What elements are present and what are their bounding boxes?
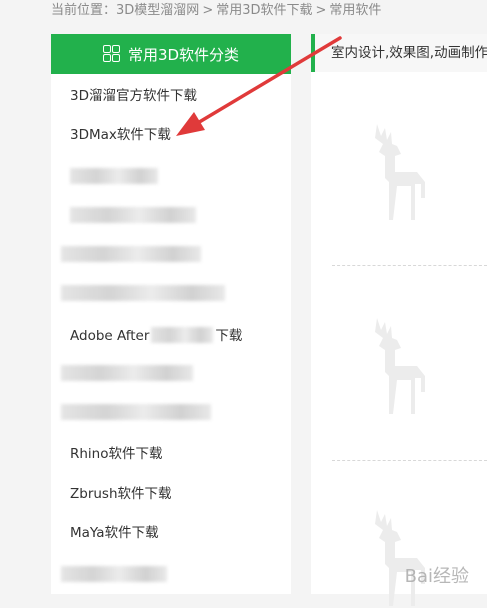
divider — [332, 265, 487, 266]
divider — [332, 460, 487, 461]
sidebar-item-maya[interactable]: MaYa软件下载 — [70, 523, 159, 543]
deer-placeholder-icon — [375, 318, 425, 414]
deer-placeholder-icon — [375, 124, 425, 220]
category-description-bar: 室内设计,效果图,动画制作 — [311, 34, 487, 72]
breadcrumb-prefix: 当前位置： — [51, 3, 117, 18]
sidebar-title: 常用3D软件分类 — [127, 45, 240, 64]
main-content: 室内设计,效果图,动画制作 — [311, 34, 487, 606]
sidebar-item-blurred[interactable] — [61, 566, 167, 582]
sidebar-item-3dmax[interactable]: 3DMax软件下载 — [70, 125, 171, 145]
sidebar-item-blurred[interactable] — [70, 168, 158, 184]
category-sidebar: 常用3D软件分类 3D溜溜官方软件下载 3DMax软件下载 Adobe Afte… — [51, 34, 291, 594]
sidebar-item-blurred[interactable] — [61, 285, 225, 301]
sidebar-item-rhino[interactable]: Rhino软件下载 — [70, 444, 163, 464]
grid-icon — [102, 45, 121, 63]
breadcrumb-separator: > — [202, 3, 214, 18]
breadcrumb-link-3d-software[interactable]: 常用3D软件下载 — [216, 3, 312, 18]
sidebar-item-label-suffix: 下载 — [215, 328, 243, 344]
sidebar-item-zbrush[interactable]: Zbrush软件下载 — [70, 484, 172, 504]
sidebar-item-blurred[interactable] — [61, 365, 193, 381]
sidebar-item-after-effects[interactable]: Adobe After 下载 — [70, 324, 242, 344]
sidebar-item-label: Adobe After — [70, 328, 150, 344]
breadcrumb-current: 常用软件 — [329, 3, 382, 18]
breadcrumb-link-home[interactable]: 3D模型溜溜网 — [116, 3, 199, 18]
breadcrumb: 当前位置：3D模型溜溜网 > 常用3D软件下载 > 常用软件 — [0, 0, 487, 24]
watermark: Bai经验 — [404, 566, 469, 587]
sidebar-item-blurred[interactable] — [70, 207, 196, 223]
sidebar-header: 常用3D软件分类 — [51, 34, 291, 74]
sidebar-item-blurred[interactable] — [61, 246, 201, 262]
breadcrumb-separator: > — [315, 3, 327, 18]
sidebar-item-blurred[interactable] — [61, 404, 211, 420]
sidebar-item-official[interactable]: 3D溜溜官方软件下载 — [70, 86, 197, 106]
deer-placeholder-icon — [375, 510, 425, 606]
